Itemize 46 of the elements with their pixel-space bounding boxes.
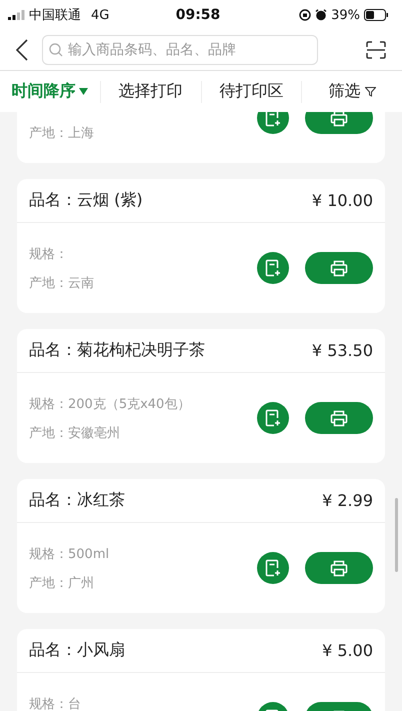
signal-icon (8, 10, 25, 20)
add-to-queue-button[interactable] (257, 402, 289, 434)
carrier-name: 中国联通 (29, 7, 81, 24)
tab[interactable]: 待打印区 (219, 79, 284, 104)
product-origin: 产地：广州 (29, 575, 95, 591)
search-field[interactable]: 输入商品条码、品名、品牌 (42, 35, 318, 65)
product-price: ¥ 2.99 (322, 491, 373, 510)
scan-icon[interactable] (366, 41, 386, 59)
battery-percent: 39% (331, 8, 360, 22)
product-spec: 规格：500ml (29, 546, 110, 562)
add-note-icon (265, 409, 281, 427)
filter-icon (364, 86, 376, 96)
printer-icon (330, 260, 348, 276)
network-type: 4G (91, 8, 110, 22)
product-name: 品名：小风扇 (29, 640, 125, 661)
rotation-lock-icon (299, 9, 312, 21)
product-origin: 产地：云南 (29, 275, 95, 291)
product-spec: 规格：200克（5克x40包） (29, 396, 192, 412)
product-price: ¥ 5.00 (322, 641, 373, 660)
product-name: 品名：云烟 (紫) (29, 190, 143, 211)
dropdown-triangle-icon (79, 88, 88, 95)
product-price: ¥ 10.00 (312, 191, 373, 210)
back-icon[interactable] (16, 39, 28, 61)
add-to-queue-button[interactable] (257, 252, 289, 284)
tab[interactable]: 时间降序 (11, 79, 88, 104)
print-button[interactable] (305, 402, 373, 434)
printer-icon (330, 560, 348, 576)
product-origin: 产地：安徽亳州 (29, 425, 121, 441)
add-to-queue-button[interactable] (257, 552, 289, 584)
print-button[interactable] (305, 252, 373, 284)
print-button[interactable] (305, 552, 373, 584)
product-name: 品名：菊花枸杞决明子茶 (29, 340, 205, 361)
product-spec: 规格： (29, 246, 69, 262)
tab[interactable]: 筛选 (328, 79, 376, 104)
printer-icon (330, 410, 348, 426)
product-price: ¥ 53.50 (312, 341, 373, 360)
battery-icon (364, 9, 388, 21)
product-spec: 规格：台 (29, 696, 82, 711)
search-icon (49, 43, 63, 57)
product-origin: 产地：上海 (29, 125, 95, 141)
add-note-icon (265, 259, 281, 277)
alarm-icon (315, 9, 328, 21)
add-note-icon (265, 559, 281, 577)
product-name: 品名：冰红茶 (29, 490, 125, 511)
tab[interactable]: 选择打印 (118, 79, 183, 104)
clock-time: 09:58 (176, 7, 220, 23)
